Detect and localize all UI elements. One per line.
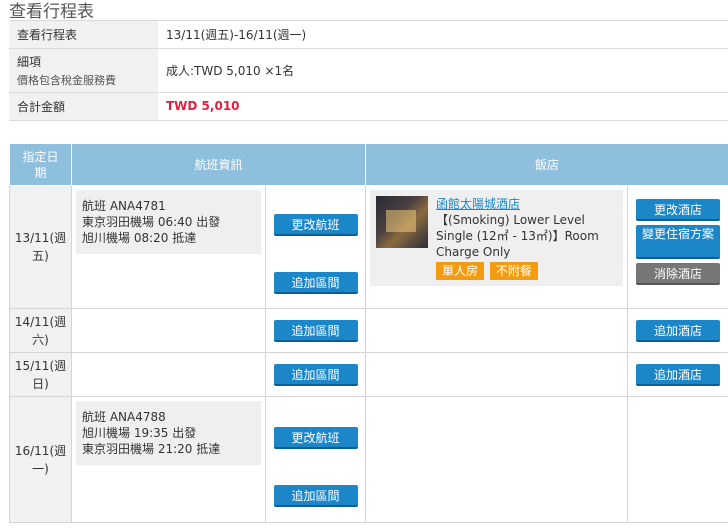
change-flight-button[interactable]: 更改航班 [273, 214, 358, 236]
flight-depart: 旭川機場 19:35 出發 [82, 426, 197, 440]
change-flight-button[interactable]: 更改航班 [273, 427, 358, 449]
day-row: 14/11(週六) 追加區間 追加酒店 [9, 308, 728, 353]
add-hotel-button[interactable]: 追加酒店 [636, 319, 721, 342]
flight-info: 航班 ANA4788 旭川機場 19:35 出發 東京羽田機場 21:20 抵達 [76, 401, 261, 465]
details-label-cell: 細項 價格包含稅金服務費 [9, 48, 158, 93]
meal-badge: 不附餐 [489, 262, 538, 280]
hotel-info: 函館太陽城酒店 【(Smoking) Lower Level Single (1… [370, 190, 624, 286]
delete-hotel-button[interactable]: 消除酒店 [636, 263, 721, 285]
flight-arrive: 東京羽田機場 21:20 抵達 [82, 442, 221, 456]
total-amount: TWD 5,010 [166, 99, 240, 113]
day-date: 15/11(週日) [9, 352, 72, 397]
hotel-cell: 函館太陽城酒店 【(Smoking) Lower Level Single (1… [365, 185, 629, 309]
hotel-actions: 追加酒店 [627, 308, 728, 353]
hotel-name-link[interactable]: 函館太陽城酒店 [436, 196, 617, 212]
hotel-cell [365, 396, 629, 523]
day-date: 14/11(週六) [9, 308, 72, 353]
hotel-cell [365, 308, 629, 353]
total-label: 合計金額 [9, 92, 158, 121]
summary-row-total: 合計金額 TWD 5,010 [9, 92, 728, 121]
flight-depart: 東京羽田機場 06:40 出發 [82, 215, 221, 229]
day-row: 15/11(週日) 追加區間 追加酒店 [9, 352, 728, 397]
hotel-photo[interactable] [376, 196, 429, 248]
change-room-plan-button[interactable]: 變更住宿方案 [636, 225, 721, 259]
flight-actions: 追加區間 [264, 308, 367, 353]
flight-cell: 航班 ANA4781 東京羽田機場 06:40 出發 旭川機場 08:20 抵達 [71, 185, 266, 309]
flight-info: 航班 ANA4781 東京羽田機場 06:40 出發 旭川機場 08:20 抵達 [76, 190, 261, 254]
hotel-actions: 更改酒店 變更住宿方案 消除酒店 [627, 185, 728, 309]
add-hotel-button[interactable]: 追加酒店 [636, 363, 721, 386]
add-segment-button[interactable]: 追加區間 [273, 319, 358, 342]
day-date: 16/11(週一) [9, 396, 72, 523]
flight-cell [71, 308, 266, 353]
hotel-cell [365, 352, 629, 397]
details-label: 細項 [17, 54, 42, 69]
summary-row-schedule: 查看行程表 13/11(週五)-16/11(週一) [9, 21, 728, 49]
hotel-actions [627, 396, 728, 523]
change-hotel-button[interactable]: 更改酒店 [636, 199, 721, 221]
day-row: 13/11(週五) 航班 ANA4781 東京羽田機場 06:40 出發 旭川機… [9, 185, 728, 309]
room-type-badge: 單人房 [436, 262, 485, 280]
header-flight: 航班資訊 [70, 143, 367, 186]
flight-arrive: 旭川機場 08:20 抵達 [82, 231, 197, 245]
flight-number: 航班 ANA4781 [82, 199, 166, 213]
hotel-actions: 追加酒店 [627, 352, 728, 397]
itinerary-table: 指定日期 航班資訊 飯店 13/11(週五) 航班 ANA4781 東京羽田機場… [9, 143, 728, 523]
flight-cell [71, 352, 266, 397]
flight-number: 航班 ANA4788 [82, 410, 166, 424]
header-date: 指定日期 [9, 143, 72, 186]
schedule-label: 查看行程表 [9, 21, 158, 49]
flight-actions: 更改航班 追加區間 [264, 185, 367, 309]
summary-row-details: 細項 價格包含稅金服務費 成人:TWD 5,010 ×1名 [9, 48, 728, 93]
flight-actions: 更改航班 追加區間 [264, 396, 367, 523]
hotel-room: 【(Smoking) Lower Level Single (12㎡ - 13㎡… [436, 213, 599, 259]
details-value: 成人:TWD 5,010 ×1名 [158, 48, 728, 93]
add-segment-button[interactable]: 追加區間 [273, 363, 358, 386]
summary-table: 查看行程表 13/11(週五)-16/11(週一) 細項 價格包含稅金服務費 成… [9, 21, 728, 121]
header-hotel: 飯店 [365, 143, 728, 186]
day-row: 16/11(週一) 航班 ANA4788 旭川機場 19:35 出發 東京羽田機… [9, 396, 728, 523]
day-date: 13/11(週五) [9, 185, 72, 309]
flight-cell: 航班 ANA4788 旭川機場 19:35 出發 東京羽田機場 21:20 抵達 [71, 396, 266, 523]
details-sub-label: 價格包含稅金服務費 [17, 73, 116, 87]
add-segment-button[interactable]: 追加區間 [273, 485, 358, 507]
add-segment-button[interactable]: 追加區間 [273, 272, 358, 294]
flight-actions: 追加區間 [264, 352, 367, 397]
schedule-value: 13/11(週五)-16/11(週一) [158, 21, 728, 49]
